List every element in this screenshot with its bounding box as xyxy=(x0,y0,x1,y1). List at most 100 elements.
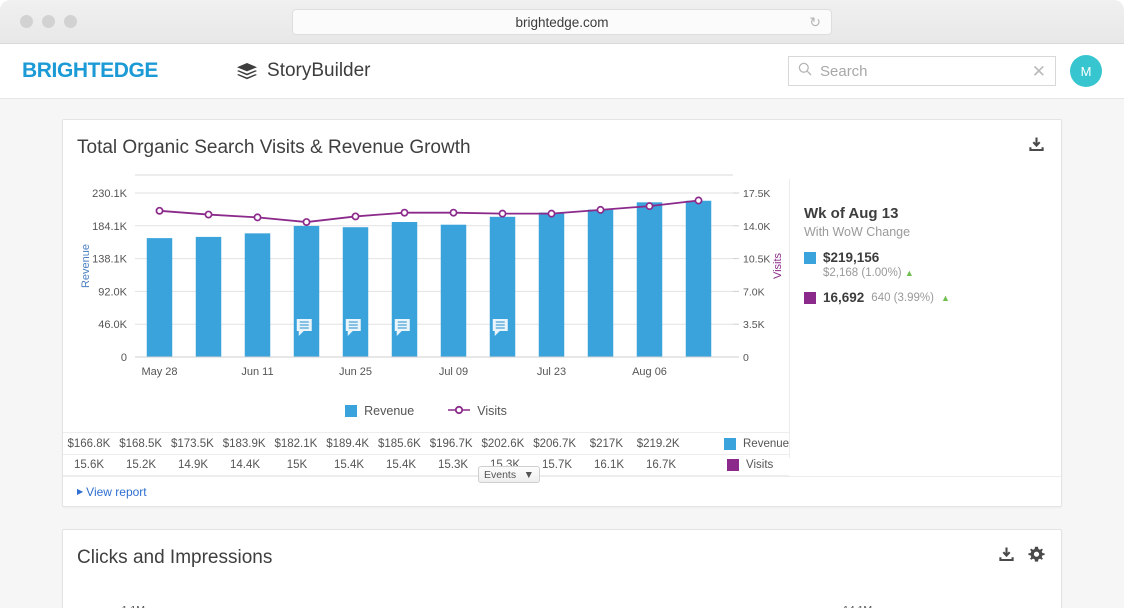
revenue-swatch xyxy=(804,252,816,264)
summary-revenue-value: $219,156 xyxy=(823,250,879,265)
visits-point[interactable] xyxy=(548,211,554,217)
visits-point[interactable] xyxy=(597,207,603,213)
x-axis-tick-label: Jun 25 xyxy=(339,366,372,378)
visits-point[interactable] xyxy=(401,210,407,216)
table-cell: $219.2K xyxy=(632,438,684,450)
visits-point[interactable] xyxy=(646,203,652,209)
summary-revenue-delta: $2,168 (1.00%) xyxy=(823,267,902,279)
reload-icon[interactable]: ↻ xyxy=(809,15,821,29)
table-cell: $185.6K xyxy=(374,438,426,450)
view-report-link[interactable]: View report xyxy=(86,485,146,499)
y2-axis-tick-label: 0 xyxy=(743,352,749,364)
y2-axis-tick-label: 17.5K xyxy=(743,188,770,200)
download-icon[interactable] xyxy=(998,546,1015,568)
summary-revenue-delta-row: $2,168 (1.00%) ▲ xyxy=(823,267,967,279)
url-bar[interactable]: brightedge.com ↻ xyxy=(292,9,832,35)
search-box[interactable]: Search ✕ xyxy=(788,56,1056,86)
page-content: Total Organic Search Visits & Revenue Gr… xyxy=(0,99,1124,608)
table-cell: $173.5K xyxy=(167,438,219,450)
summary-visits-row: 16,692 640 (3.99%) ▲ xyxy=(804,290,967,305)
series-swatch xyxy=(727,459,739,471)
visits-point[interactable] xyxy=(156,208,162,214)
chart-bar[interactable] xyxy=(343,227,368,357)
series-label: Revenue xyxy=(743,438,789,450)
events-dropdown-label: Events xyxy=(484,469,516,481)
series-label: Visits xyxy=(746,459,773,471)
chart-bar[interactable] xyxy=(588,210,613,357)
table-cell: 14.9K xyxy=(167,459,219,471)
visits-point[interactable] xyxy=(450,210,456,216)
chart-bar[interactable] xyxy=(294,226,319,357)
visits-marker-icon xyxy=(448,404,470,418)
table-cell: $183.9K xyxy=(218,438,270,450)
visits-line xyxy=(160,200,699,222)
events-dropdown[interactable]: Events ▼ xyxy=(478,466,540,483)
summary-subtitle: With WoW Change xyxy=(804,225,967,239)
y-axis-tick-label: 230.1K xyxy=(92,188,128,200)
search-input[interactable]: Search xyxy=(820,63,1024,80)
maximize-button[interactable] xyxy=(64,15,77,28)
table-row-label: Revenue xyxy=(724,438,789,450)
visits-point[interactable] xyxy=(695,197,701,203)
gear-icon[interactable] xyxy=(1028,546,1045,568)
chart-bar[interactable] xyxy=(147,238,172,357)
table-cell: $182.1K xyxy=(270,438,322,450)
chart-bar[interactable] xyxy=(392,222,417,357)
page-title: Total Organic Search Visits & Revenue Gr… xyxy=(63,120,1061,159)
y2-axis-tick-label: 14.0K xyxy=(743,221,770,233)
close-button[interactable] xyxy=(20,15,33,28)
y-axis-title: Revenue xyxy=(80,244,92,288)
table-cell: 14.4K xyxy=(219,459,271,471)
table-cell: 15.2K xyxy=(115,459,167,471)
x-axis-tick-label: Jun 11 xyxy=(241,366,273,378)
chart-legend: Revenue Visits xyxy=(63,404,789,418)
legend-label-visits: Visits xyxy=(477,404,507,418)
trend-up-icon: ▲ xyxy=(941,293,950,303)
storybuilder-label: StoryBuilder xyxy=(267,60,371,82)
avatar[interactable]: M xyxy=(1070,55,1102,87)
table-cell: 15.4K xyxy=(323,459,375,471)
table-cell: $189.4K xyxy=(322,438,374,450)
brightedge-logo[interactable]: BRIGHTEDGE xyxy=(22,59,158,83)
legend-item-revenue[interactable]: Revenue xyxy=(345,404,414,418)
chart2-plot-area[interactable]: 1.1M14.1M xyxy=(63,569,1061,608)
y2-axis-tick-label: 7.0K xyxy=(743,286,765,298)
card2-actions xyxy=(998,546,1045,568)
close-icon[interactable]: ✕ xyxy=(1032,63,1046,80)
visits-point[interactable] xyxy=(205,211,211,217)
revenue-visits-chart[interactable]: 0046.0K3.5K92.0K7.0K138.1K10.5K184.1K14.… xyxy=(63,167,789,392)
table-cell: 16.7K xyxy=(635,459,687,471)
card-clicks-impressions: Clicks and Impressions 1.1M14.1M xyxy=(62,529,1062,608)
chart-bar[interactable] xyxy=(196,237,221,357)
chart-bar[interactable] xyxy=(637,202,662,357)
table-row-visits: 15.6K15.2K14.9K14.4K15K15.4K15.4K15.3K15… xyxy=(63,454,789,476)
summary-revenue-row: $219,156 xyxy=(804,250,967,265)
chart-bar[interactable] xyxy=(441,225,466,357)
chart-plot-area[interactable]: 0046.0K3.5K92.0K7.0K138.1K10.5K184.1K14.… xyxy=(63,167,789,476)
visits-point[interactable] xyxy=(499,211,505,217)
y2-axis-tick-label: 14.1M xyxy=(843,604,872,608)
minimize-button[interactable] xyxy=(42,15,55,28)
chart-bar[interactable] xyxy=(686,201,711,357)
table-cell: $196.7K xyxy=(425,438,477,450)
table-cell: $202.6K xyxy=(477,438,529,450)
table-cell: $168.5K xyxy=(115,438,167,450)
series-swatch xyxy=(724,438,736,450)
download-icon[interactable] xyxy=(1028,136,1045,158)
legend-item-visits[interactable]: Visits xyxy=(448,404,507,418)
table-cell: $166.8K xyxy=(63,438,115,450)
summary-visits-delta: 640 (3.99%) xyxy=(871,292,934,304)
table-cell: 15.6K xyxy=(63,459,115,471)
visits-point[interactable] xyxy=(352,213,358,219)
storybuilder-nav[interactable]: StoryBuilder xyxy=(236,60,371,82)
window-controls[interactable] xyxy=(0,15,77,28)
chart-bar[interactable] xyxy=(245,233,270,357)
table-cell: 15.4K xyxy=(375,459,427,471)
clicks-impressions-chart[interactable]: 1.1M14.1M xyxy=(91,591,961,608)
visits-point[interactable] xyxy=(303,219,309,225)
y-axis-tick-label: 46.0K xyxy=(98,319,127,331)
chart-bar[interactable] xyxy=(539,213,564,357)
chart-bar[interactable] xyxy=(490,217,515,357)
trend-up-icon: ▲ xyxy=(905,268,914,278)
visits-point[interactable] xyxy=(254,214,260,220)
